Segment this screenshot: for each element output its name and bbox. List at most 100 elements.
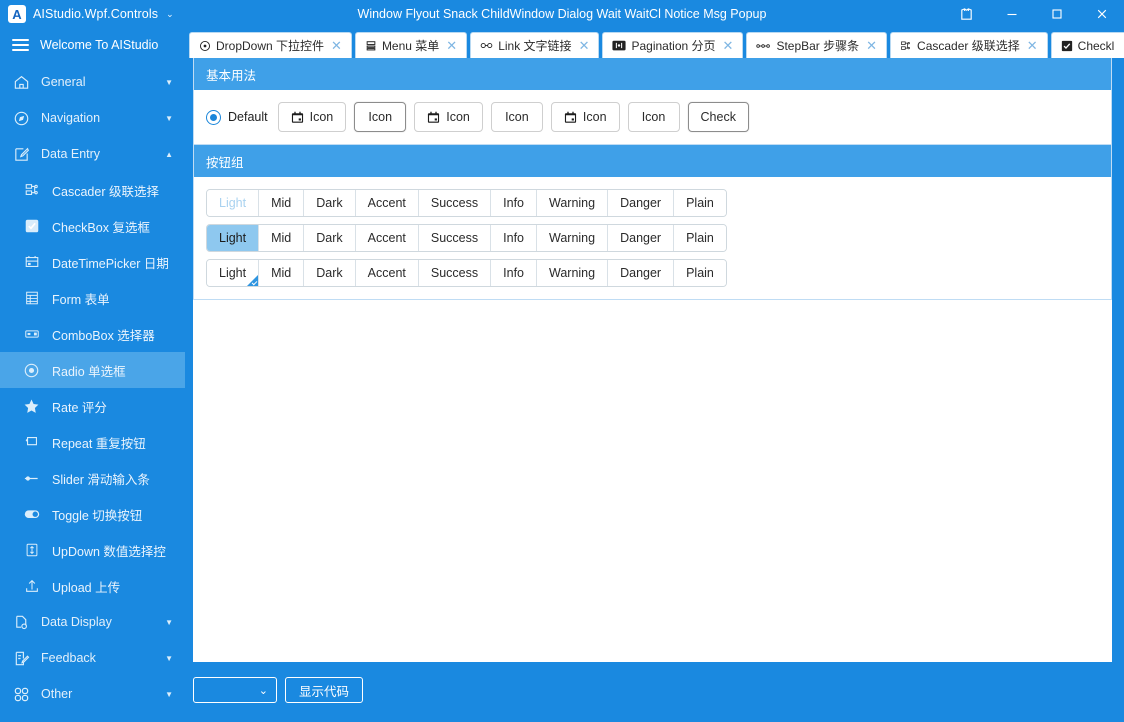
group-button-danger[interactable]: Danger (608, 260, 675, 286)
radio-button-icon-4[interactable]: Icon (490, 102, 543, 132)
calendar-icon (22, 253, 41, 272)
checkbox-filled-icon (1061, 40, 1073, 52)
sidebar-group-data-display[interactable]: Data Display ▼ (0, 604, 185, 640)
radio-button-icon-5[interactable]: Icon (550, 102, 620, 132)
sidebar-item-upload[interactable]: Upload 上传 (0, 568, 185, 604)
group-button-danger[interactable]: Danger (608, 225, 675, 251)
group-button-dark[interactable]: Dark (304, 260, 356, 286)
close-icon[interactable]: ✕ (579, 38, 590, 54)
sidebar-group-other[interactable]: Other ▼ (0, 676, 185, 712)
sidebar-item-radio[interactable]: Radio 单选框 (0, 352, 185, 388)
group-button-mid[interactable]: Mid (259, 190, 305, 216)
group-button-plain[interactable]: Plain (674, 190, 726, 216)
sidebar-welcome-row[interactable]: Welcome To AIStudio (0, 28, 185, 62)
compass-icon (12, 109, 31, 128)
sidebar-group-feedback[interactable]: Feedback ▼ (0, 640, 185, 676)
close-icon[interactable]: ✕ (331, 38, 342, 54)
tab-checkbox[interactable]: Checkl ⌄ (1050, 32, 1124, 58)
group-button-success[interactable]: Success (418, 260, 492, 286)
group-button-plain[interactable]: Plain (674, 225, 726, 251)
group-button-mid[interactable]: Mid (259, 225, 305, 251)
theme-combobox[interactable]: ⌄ (193, 677, 277, 703)
tab-cascader[interactable]: Cascader 级联选择 ✕ (890, 32, 1048, 58)
radio-button-check[interactable]: Check (687, 102, 749, 132)
group-button-dark[interactable]: Dark (304, 190, 356, 216)
window-body: Welcome To AIStudio General ▼ Navigation… (0, 28, 1124, 718)
close-icon[interactable]: ✕ (723, 38, 734, 54)
sidebar-item-checkbox[interactable]: CheckBox 复选框 (0, 208, 185, 244)
home-icon (12, 73, 31, 92)
group-button-info[interactable]: Info (491, 225, 537, 251)
group-button-warning[interactable]: Warning (537, 260, 609, 286)
button-group-row-corner-checked: Light Mid Dark Accent Success Info Warni… (206, 259, 727, 287)
tab-link[interactable]: Link 文字链接 ✕ (470, 32, 600, 58)
pagination-icon (612, 40, 627, 51)
group-button-warning[interactable]: Warning (537, 225, 609, 251)
group-button-danger[interactable]: Danger (608, 190, 675, 216)
close-icon[interactable]: ✕ (1027, 38, 1038, 54)
content-area: 基本用法 Default Icon Icon Icon Icon Icon Ic… (193, 58, 1112, 662)
close-icon[interactable]: ✕ (446, 38, 457, 54)
card-title-label: 基本用法 (206, 68, 257, 83)
button-group-row-selected: Light Mid Dark Accent Success Info Warni… (206, 224, 727, 252)
sidebar-item-repeat[interactable]: Repeat 重复按钮 (0, 424, 185, 460)
group-button-dark[interactable]: Dark (304, 225, 356, 251)
sidebar-item-toggle[interactable]: Toggle 切换按钮 (0, 496, 185, 532)
right-pane: DropDown 下拉控件 ✕ Menu 菜单 ✕ Link 文字链接 ✕ Pa… (185, 28, 1124, 718)
radio-button-icon-1[interactable]: Icon (277, 102, 347, 132)
bottom-bar: ⌄ 显示代码 (185, 662, 1124, 718)
tab-dropdown[interactable]: DropDown 下拉控件 ✕ (189, 32, 352, 58)
document-search-icon (12, 613, 31, 632)
radio-button-icon-3[interactable]: Icon (414, 102, 483, 132)
group-button-info[interactable]: Info (491, 260, 537, 286)
group-button-success[interactable]: Success (418, 190, 492, 216)
sidebar-item-combobox[interactable]: ComboBox 选择器 (0, 316, 185, 352)
close-icon[interactable]: ✕ (866, 38, 877, 54)
show-code-button[interactable]: 显示代码 (285, 677, 364, 703)
dropdown-icon (199, 40, 211, 52)
tab-pagination[interactable]: Pagination 分页 ✕ (602, 32, 744, 58)
sidebar-item-label: Form 表单 (52, 292, 110, 307)
radio-default[interactable]: Default (206, 109, 270, 125)
sidebar-group-navigation[interactable]: Navigation ▼ (0, 100, 185, 136)
application-window: A AIStudio.Wpf.Controls ⌄ Window Flyout … (0, 0, 1124, 722)
menu-list-icon (365, 40, 377, 52)
sidebar-group-general[interactable]: General ▼ (0, 64, 185, 100)
chevron-down-icon[interactable]: ⌄ (166, 9, 174, 20)
card-basic-usage: 基本用法 Default Icon Icon Icon Icon Icon Ic… (193, 58, 1112, 145)
sidebar-item-datetimepicker[interactable]: DateTimePicker 日期 (0, 244, 185, 280)
sidebar-item-slider[interactable]: Slider 滑动输入条 (0, 460, 185, 496)
group-button-light[interactable]: Light (207, 225, 260, 251)
show-code-label: 显示代码 (299, 684, 350, 699)
minimize-button[interactable] (989, 0, 1034, 28)
repeat-icon (22, 433, 41, 452)
radio-button-icon-6[interactable]: Icon (627, 102, 680, 132)
menu-icon[interactable] (12, 39, 29, 51)
group-button-accent[interactable]: Accent (355, 260, 419, 286)
title-bar: A AIStudio.Wpf.Controls ⌄ Window Flyout … (0, 0, 1124, 28)
sidebar-item-form[interactable]: Form 表单 (0, 280, 185, 316)
sidebar-item-label: UpDown 数值选择控 (52, 544, 166, 559)
radio-button-icon-2[interactable]: Icon (354, 102, 407, 132)
group-button-plain[interactable]: Plain (674, 260, 726, 286)
group-button-accent[interactable]: Accent (355, 190, 419, 216)
maximize-button[interactable] (1034, 0, 1079, 28)
sidebar-item-rate[interactable]: Rate 评分 (0, 388, 185, 424)
sidebar-item-updown[interactable]: UpDown 数值选择控 (0, 532, 185, 568)
close-button[interactable] (1079, 0, 1124, 28)
app-brand[interactable]: A AIStudio.Wpf.Controls ⌄ (0, 5, 185, 23)
group-button-light[interactable]: Light (207, 260, 260, 286)
group-button-accent[interactable]: Accent (355, 225, 419, 251)
tab-stepbar[interactable]: StepBar 步骤条 ✕ (746, 32, 888, 58)
group-button-info[interactable]: Info (491, 190, 537, 216)
group-button-warning[interactable]: Warning (537, 190, 609, 216)
sidebar-item-cascader[interactable]: Cascader 级联选择 (0, 172, 185, 208)
tab-menu[interactable]: Menu 菜单 ✕ (354, 32, 468, 58)
sidebar-group-data-entry[interactable]: Data Entry ▲ (0, 136, 185, 172)
card-body-basic: Default Icon Icon Icon Icon Icon Icon Ch… (194, 90, 1111, 144)
sidebar-item-label: Toggle 切换按钮 (52, 508, 143, 523)
sidebar-item-label: CheckBox 复选框 (52, 220, 150, 235)
group-button-mid[interactable]: Mid (259, 260, 305, 286)
group-button-success[interactable]: Success (418, 225, 492, 251)
shirt-icon[interactable] (944, 0, 989, 28)
